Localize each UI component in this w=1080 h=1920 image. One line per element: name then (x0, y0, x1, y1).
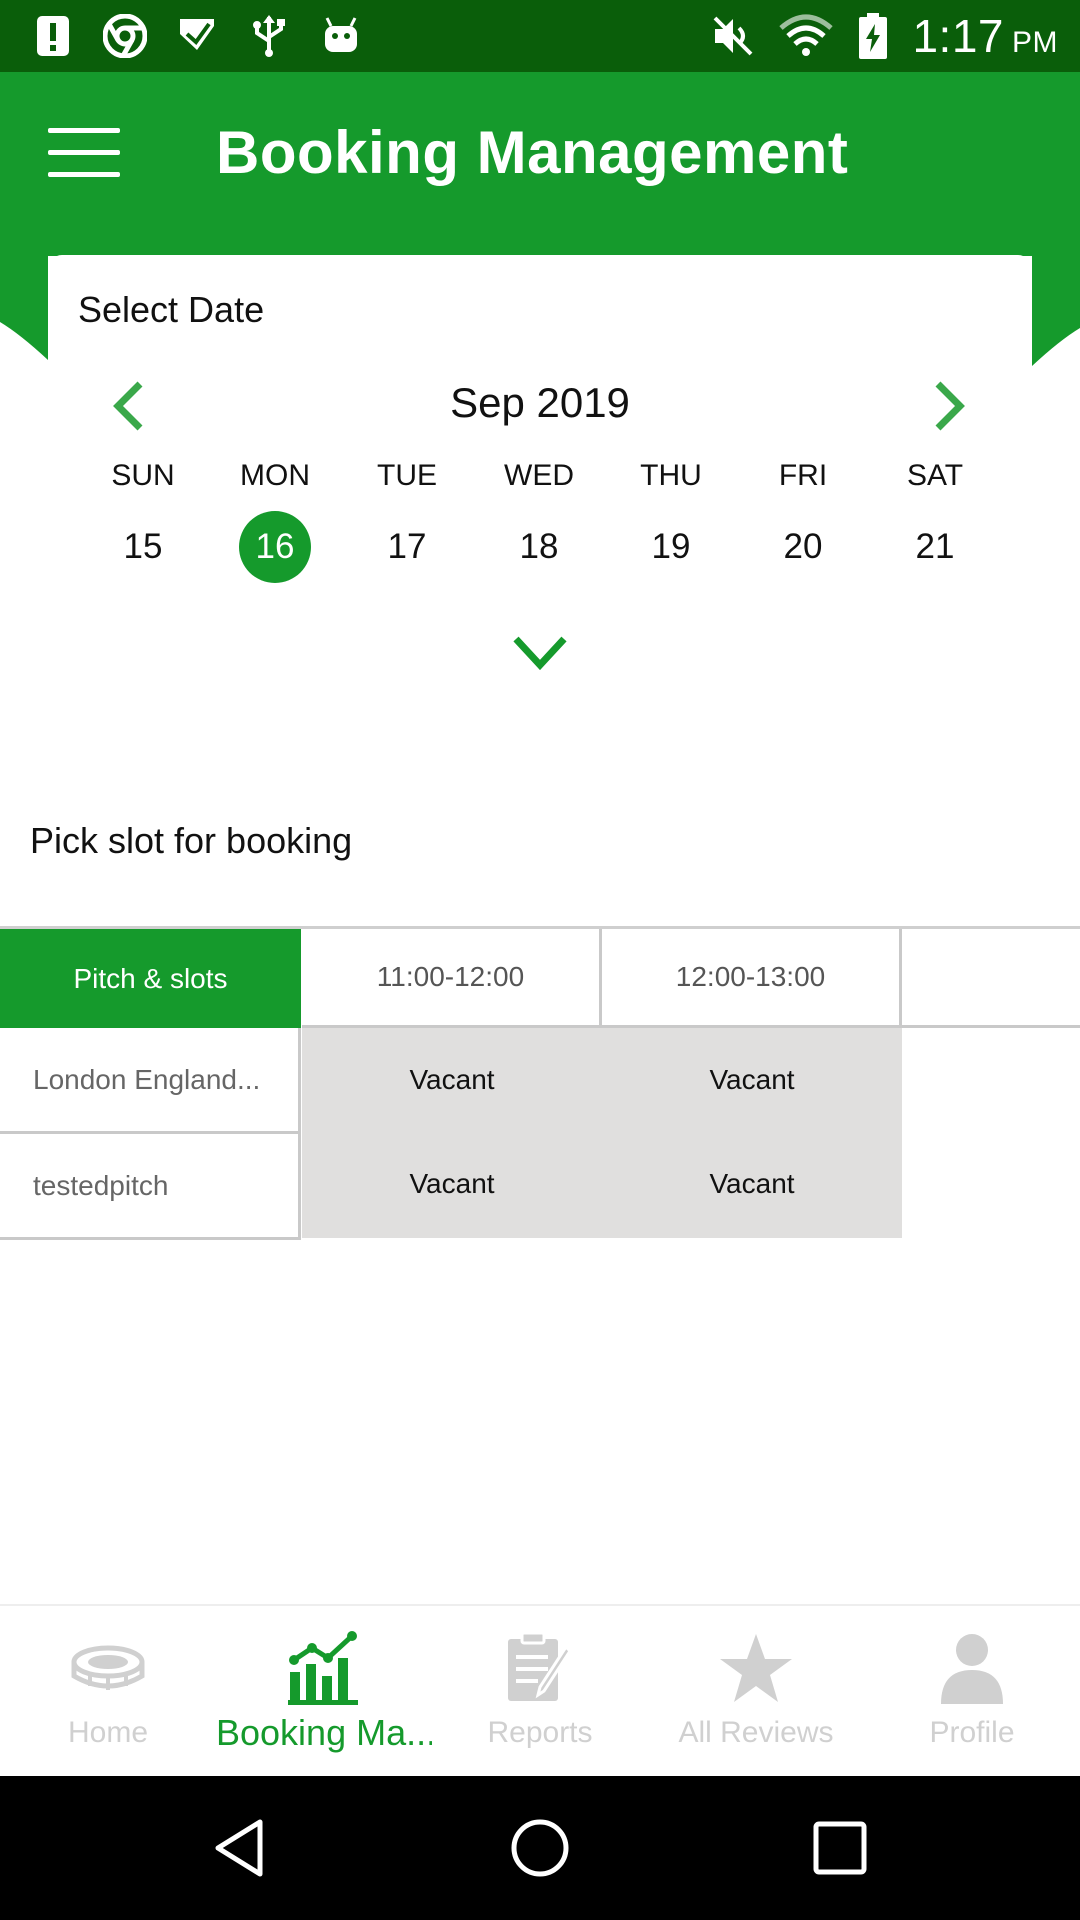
header-curve-right (1032, 256, 1080, 366)
stadium-icon (68, 1628, 148, 1708)
weekday-tue: TUE (377, 459, 437, 492)
nav-reports[interactable]: Reports (432, 1606, 648, 1778)
slot-cell-vacant[interactable]: Vacant (602, 1132, 902, 1236)
mute-icon (710, 13, 756, 59)
status-notifications (30, 12, 364, 60)
day-17[interactable]: 17 (341, 511, 473, 583)
slot-cell-vacant[interactable]: Vacant (302, 1028, 602, 1132)
tick-app-icon (174, 13, 220, 59)
star-icon (716, 1628, 796, 1708)
status-bar: 1:17 PM (0, 0, 1080, 72)
weekday-wed: WED (504, 459, 574, 492)
bottom-navigation: Home Booking Ma... Reports All Reviews P… (0, 1604, 1080, 1776)
battery-charging-icon (856, 13, 890, 59)
weekday-thu: THU (640, 459, 702, 492)
header-curve-left (0, 256, 48, 360)
nav-profile[interactable]: Profile (864, 1606, 1080, 1778)
day-15[interactable]: 15 (77, 511, 209, 583)
day-16-selected[interactable]: 16 (209, 511, 341, 583)
pick-slot-title: Pick slot for booking (30, 820, 353, 861)
slot-header-2: 12:00-13:00 (602, 929, 902, 1028)
day-row: 15 16 17 18 19 20 21 (77, 511, 1001, 583)
date-picker-card: Select Date Sep 2019 SUN MON TUE WED THU… (48, 255, 1032, 715)
page-title: Booking Management (216, 119, 849, 186)
chrome-icon (102, 13, 148, 59)
nav-booking-management[interactable]: Booking Ma... (216, 1606, 432, 1778)
slot-header-1: 11:00-12:00 (302, 929, 602, 1028)
slot-cell-vacant[interactable]: Vacant (602, 1028, 902, 1132)
weekday-header: SUN MON TUE WED THU FRI SAT (77, 459, 1001, 493)
nav-profile-label: Profile (929, 1716, 1015, 1749)
pitch-slots-header: Pitch & slots (0, 929, 301, 1028)
day-19[interactable]: 19 (605, 511, 737, 583)
chevron-right-icon[interactable] (918, 376, 978, 436)
weekday-mon: MON (240, 459, 310, 492)
android-icon (318, 13, 364, 59)
nav-reviews-label: All Reviews (678, 1716, 834, 1749)
app-bar: Booking Management (0, 72, 1080, 256)
home-circle-icon[interactable] (508, 1816, 572, 1880)
slots-table: Pitch & slots 11:00-12:00 12:00-13:00 Lo… (0, 926, 1080, 1242)
person-icon (932, 1628, 1012, 1708)
status-system: 1:17 PM (710, 8, 1058, 64)
hamburger-menu-icon[interactable] (48, 128, 120, 180)
report-clipboard-icon (500, 1628, 580, 1708)
slot-header-empty (902, 929, 1080, 1028)
clock: 1:17 PM (912, 10, 1058, 62)
select-date-label: Select Date (78, 289, 265, 330)
bar-chart-icon (284, 1628, 364, 1708)
nav-home[interactable]: Home (0, 1606, 216, 1778)
usb-icon (246, 13, 292, 59)
chevron-down-icon[interactable] (510, 631, 570, 675)
back-triangle-icon[interactable] (208, 1816, 272, 1880)
slot-cell-vacant[interactable]: Vacant (302, 1132, 602, 1236)
nav-all-reviews[interactable]: All Reviews (648, 1606, 864, 1778)
nav-booking-label: Booking Ma... (216, 1712, 432, 1753)
system-navigation-bar (0, 1776, 1080, 1920)
recents-square-icon[interactable] (808, 1816, 872, 1880)
weekday-sun: SUN (111, 459, 175, 492)
nav-home-label: Home (67, 1716, 149, 1749)
wifi-icon (778, 13, 834, 59)
month-label: Sep 2019 (450, 379, 630, 426)
day-18[interactable]: 18 (473, 511, 605, 583)
screen: 1:17 PM Booking Management Select Date Se… (0, 0, 1080, 1920)
day-21[interactable]: 21 (869, 511, 1001, 583)
day-20[interactable]: 20 (737, 511, 869, 583)
pitch-name-1: London England... (0, 1028, 301, 1134)
alert-icon (30, 13, 76, 59)
weekday-fri: FRI (778, 459, 828, 492)
weekday-sat: SAT (906, 459, 964, 492)
pitch-name-2: testedpitch (0, 1134, 301, 1240)
nav-reports-label: Reports (487, 1716, 593, 1749)
